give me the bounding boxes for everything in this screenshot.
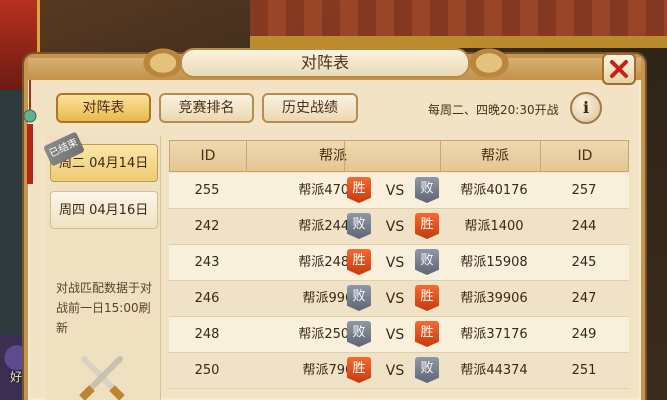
left-result-badge: 胜 <box>347 177 371 203</box>
right-result-badge: 胜 <box>415 213 439 239</box>
left-result-badge: 败 <box>347 285 371 311</box>
table-row: 248 帮派25028 VS 帮派37176 249 败胜 <box>169 317 629 353</box>
header-id-right: ID <box>577 148 593 164</box>
right-guild-id: 244 <box>571 219 597 234</box>
left-guild-id: 250 <box>194 363 220 378</box>
schedule-text: 每周二、四晚20:30开战 <box>428 103 559 117</box>
right-guild-id: 247 <box>571 291 597 306</box>
table-row: 250 帮派7962 VS 帮派44374 251 胜败 <box>169 353 629 389</box>
right-result-badge: 胜 <box>415 321 439 347</box>
match-table: ID 帮派 帮派 ID 255 帮派47058 VS 帮派40176 257 胜败 242 帮… <box>169 140 629 400</box>
tassel-ornament-icon <box>23 80 37 184</box>
right-guild-id: 249 <box>571 327 597 342</box>
tab-competition-ranking[interactable]: 竞赛排名 <box>159 93 254 123</box>
table-row: 243 帮派24804 VS 帮派15908 245 胜败 <box>169 245 629 281</box>
right-guild-id: 251 <box>571 363 597 378</box>
right-result-badge: 败 <box>415 357 439 383</box>
right-result-badge: 败 <box>415 249 439 275</box>
info-icon: i <box>582 98 590 117</box>
title-right-ornament <box>466 46 512 80</box>
left-guild-id: 246 <box>194 291 220 306</box>
right-result-badge: 败 <box>415 177 439 203</box>
header-guild-left: 帮派 <box>319 148 347 164</box>
left-result-badge: 胜 <box>347 249 371 275</box>
left-guild-id: 248 <box>194 327 220 342</box>
right-guild-id: 257 <box>571 183 597 198</box>
date-item-thursday[interactable]: 周四 04月16日 <box>50 191 158 229</box>
table-row: 255 帮派47058 VS 帮派40176 257 胜败 <box>169 173 629 209</box>
info-button[interactable]: i <box>570 92 602 124</box>
close-icon <box>610 60 628 78</box>
header-divider <box>344 141 345 171</box>
header-guild-right: 帮派 <box>481 148 509 164</box>
vs-label: VS <box>385 219 405 235</box>
match-refresh-note: 对战匹配数据于对战前一日15:00刷新 <box>56 281 153 335</box>
window-title: 对阵表 <box>180 48 470 78</box>
vs-label: VS <box>385 363 405 379</box>
vs-label: VS <box>385 291 405 307</box>
left-guild-id: 255 <box>194 183 220 198</box>
table-header: ID 帮派 帮派 ID <box>169 140 629 172</box>
crossed-swords-icon <box>79 356 125 400</box>
right-result-badge: 胜 <box>415 285 439 311</box>
left-guild-id: 243 <box>194 255 220 270</box>
tab-match-schedule[interactable]: 对阵表 <box>56 93 151 123</box>
tab-battle-history[interactable]: 历史战绩 <box>262 93 358 123</box>
background-roof <box>250 0 667 48</box>
left-result-badge: 败 <box>347 321 371 347</box>
left-guild-id: 242 <box>194 219 220 234</box>
close-button[interactable] <box>602 53 636 85</box>
header-id-left: ID <box>200 148 216 164</box>
left-result-badge: 败 <box>347 213 371 239</box>
vs-label: VS <box>385 327 405 343</box>
table-row: 246 帮派9969 VS 帮派39906 247 败胜 <box>169 281 629 317</box>
left-result-badge: 胜 <box>347 357 371 383</box>
right-guild-id: 245 <box>571 255 597 270</box>
vs-label: VS <box>385 183 405 199</box>
table-row: 242 帮派24460 VS 帮派1400 244 败胜 <box>169 209 629 245</box>
vs-label: VS <box>385 255 405 271</box>
